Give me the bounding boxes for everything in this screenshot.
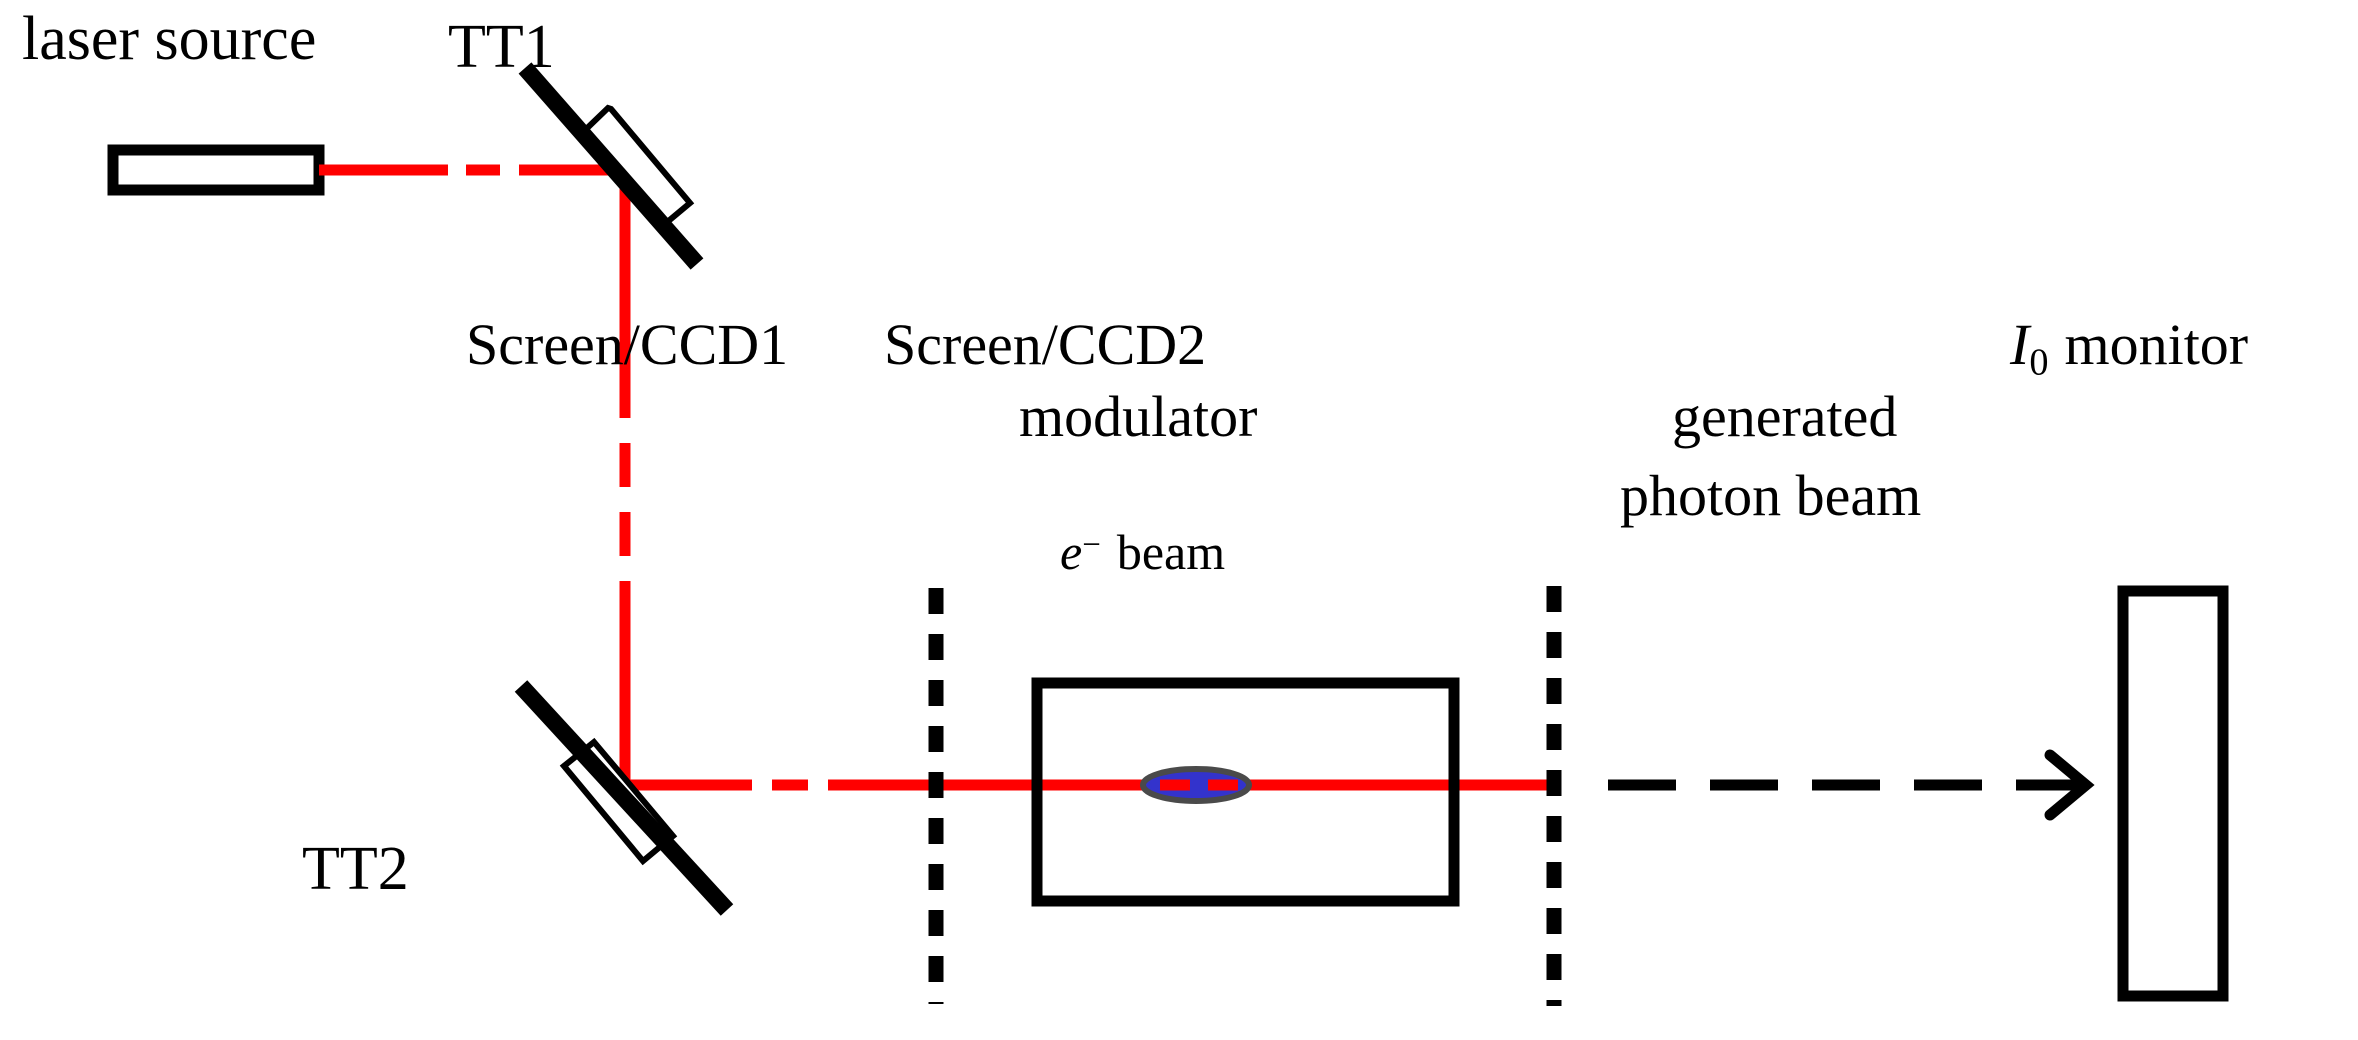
i0-monitor-label: I0 monitor — [2010, 316, 2248, 382]
figure-canvas: laser source TT1 TT2 Screen/CCD1 Screen/… — [0, 0, 2358, 1040]
electron-beam-symbol-minus: − — [1082, 527, 1101, 564]
laser-source-box — [107, 144, 325, 196]
screen-ccd2-label: Screen/CCD2 — [884, 312, 1207, 377]
electron-beam-label: e− beam — [1060, 527, 1225, 577]
photon-beam-label: photon beam — [1620, 463, 1922, 528]
i0-monitor-label-word: monitor — [2064, 312, 2249, 377]
i0-monitor-box — [2117, 585, 2229, 1002]
tt2-label: TT2 — [302, 835, 409, 903]
screen-ccd1-label: Screen/CCD1 — [466, 312, 789, 377]
tt1-label: TT1 — [448, 13, 555, 81]
modulator-label: modulator — [1019, 384, 1258, 449]
electron-beam-symbol-e: e — [1060, 524, 1083, 580]
i0-monitor-symbol-i: I — [2010, 312, 2030, 377]
laser-source-label: laser source — [22, 5, 317, 73]
i0-monitor-subscript-zero: 0 — [2029, 341, 2049, 384]
electron-beam-label-word: beam — [1116, 524, 1226, 580]
generated-label: generated — [1672, 384, 1898, 449]
